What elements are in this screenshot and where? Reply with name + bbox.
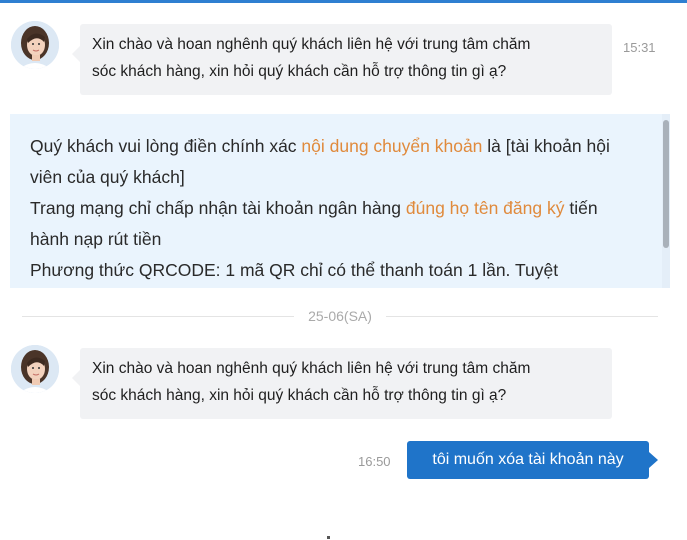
cursor-mark	[327, 536, 330, 539]
date-divider: 25-06(SA)	[22, 306, 658, 326]
user-message-bubble: tôi muốn xóa tài khoản này	[407, 441, 658, 479]
divider-line	[385, 315, 658, 317]
message-timestamp: 15:31	[623, 40, 656, 55]
window-top-edge	[0, 0, 687, 3]
notice-text: Quý khách vui lòng điền chính xác nội du…	[10, 114, 670, 286]
agent-message-bubble: Xin chào và hoan nghênh quý khách liên h…	[72, 348, 612, 419]
date-divider-label: 25-06(SA)	[308, 308, 372, 324]
notice-panel[interactable]: Quý khách vui lòng điền chính xác nội du…	[10, 114, 670, 288]
notice-text-segment: Quý khách vui lòng điền chính xác	[30, 136, 302, 156]
agent-message-bubble: Xin chào và hoan nghênh quý khách liên h…	[72, 24, 612, 95]
agent-avatar-icon	[11, 21, 59, 69]
agent-avatar-icon	[11, 345, 59, 393]
message-line: sóc khách hàng, xin hỏi quý khách cần hỗ…	[92, 387, 507, 404]
message-line: sóc khách hàng, xin hỏi quý khách cần hỗ…	[92, 63, 507, 80]
message-timestamp: 16:50	[358, 454, 391, 469]
divider-line	[22, 315, 295, 317]
notice-scrollbar[interactable]	[662, 114, 670, 288]
message-line: Xin chào và hoan nghênh quý khách liên h…	[92, 36, 531, 53]
message-line: Xin chào và hoan nghênh quý khách liên h…	[92, 360, 531, 377]
notice-text-segment: Phương thức QRCODE: 1 mã QR chỉ có thể t…	[30, 260, 559, 280]
notice-text-segment: Trang mạng chỉ chấp nhận tài khoản ngân …	[30, 198, 406, 218]
notice-scrollbar-thumb[interactable]	[663, 120, 669, 248]
notice-highlight-registered-name: đúng họ tên đăng ký	[405, 198, 565, 218]
notice-highlight-transfer-content: nội dung chuyển khoản	[301, 136, 483, 156]
